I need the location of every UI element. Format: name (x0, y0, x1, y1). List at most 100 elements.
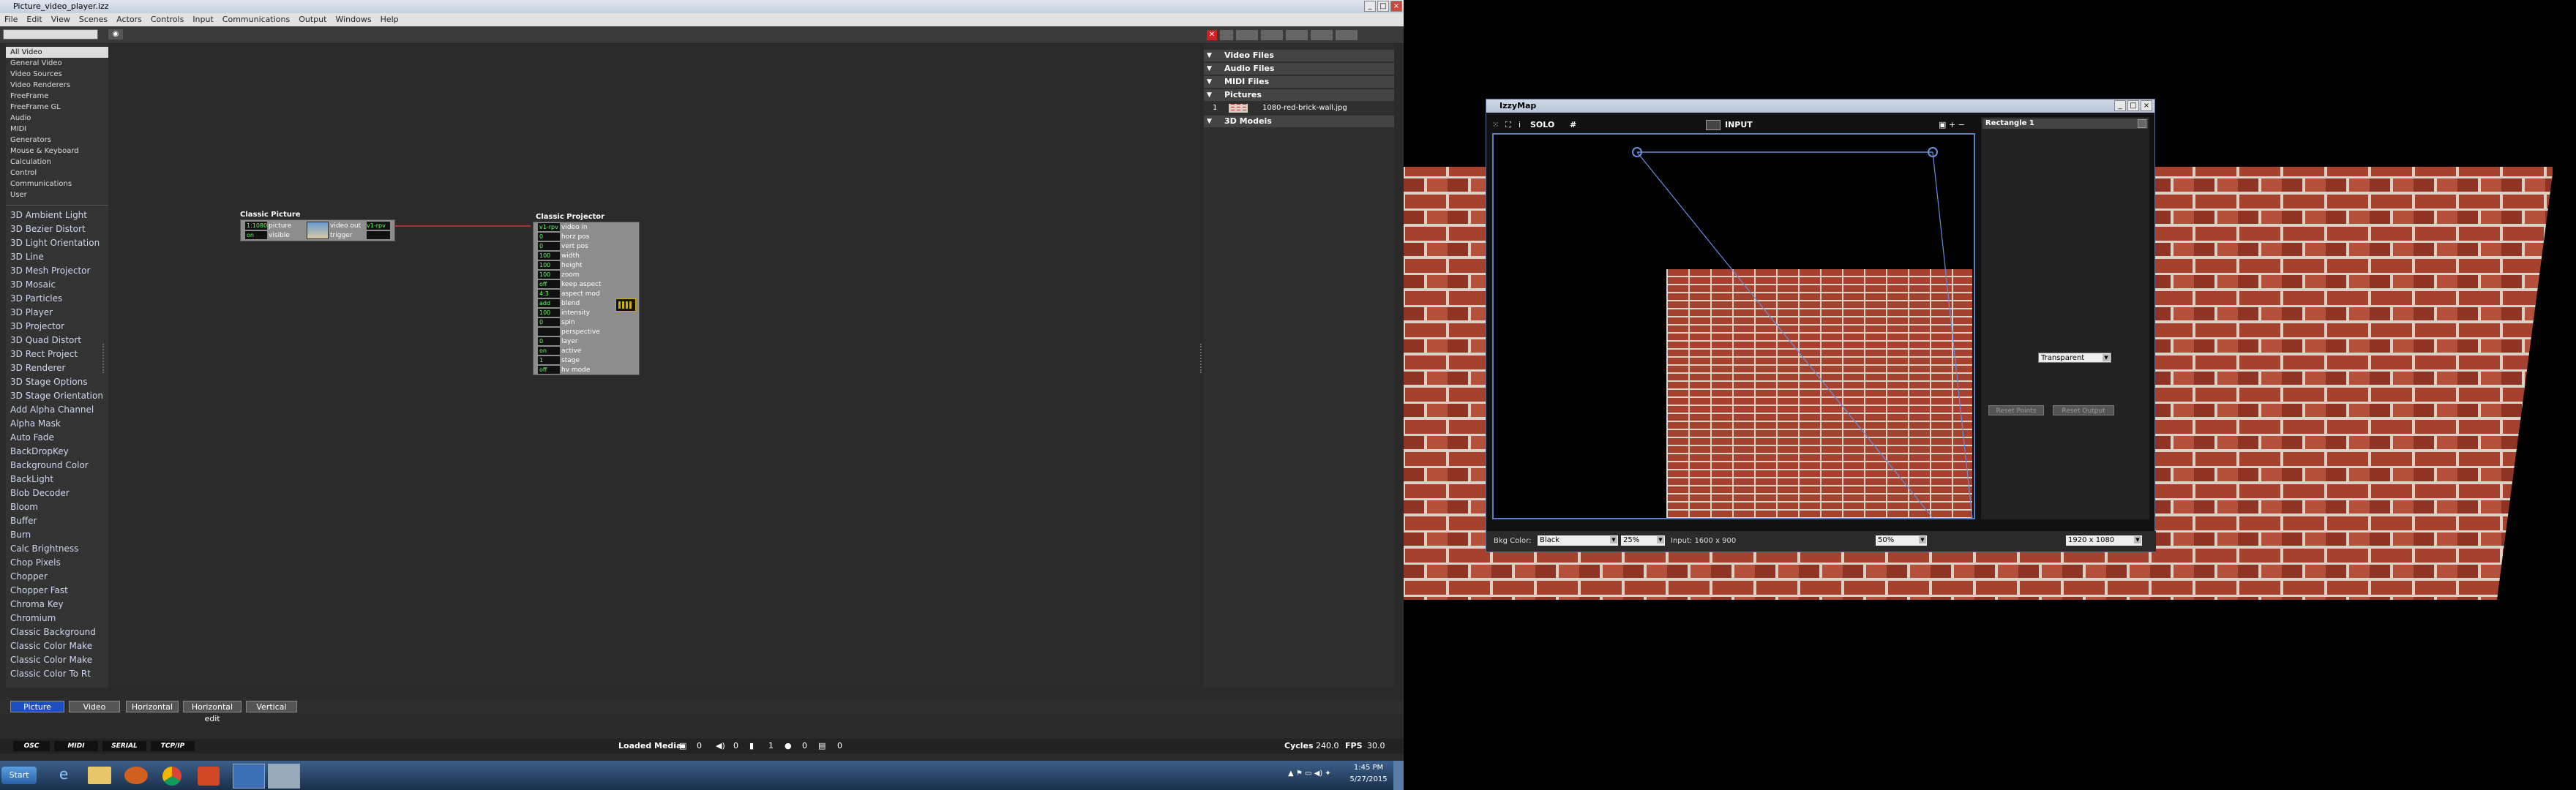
port-video-in[interactable]: v1-rpv video in (533, 223, 607, 233)
izzymap-close-button[interactable]: × (2141, 100, 2152, 111)
port-value[interactable] (538, 328, 560, 336)
media-section-3d[interactable]: ▼ 3D Models (1204, 116, 1394, 127)
actor-item[interactable]: 3D Ambient Light (6, 208, 108, 222)
add-audio-icon[interactable] (1261, 30, 1283, 40)
izzymap-canvas[interactable] (1492, 133, 1975, 519)
actor-item[interactable]: 3D Stage Orientation (6, 389, 108, 403)
actor-item[interactable]: 3D Player (6, 306, 108, 320)
osc-indicator[interactable]: OSC (13, 741, 50, 751)
bkg-color-select[interactable]: Black ▼ (1538, 535, 1618, 546)
actor-item[interactable]: Burn (6, 528, 108, 542)
port-value[interactable]: 100 (538, 252, 560, 260)
port-value[interactable]: on (538, 347, 560, 355)
port-video-out[interactable]: video out v1-rpv (330, 222, 396, 231)
scene-editor[interactable]: Classic Picture Player 1:1080picture onv… (110, 44, 1200, 688)
reset-points-button[interactable]: Reset Points (1988, 405, 2044, 415)
blend-mode-select[interactable]: Transparent ▼ (2038, 353, 2111, 363)
actor-item[interactable]: BackLight (6, 473, 108, 486)
actor-item[interactable]: 3D Projector (6, 320, 108, 334)
media-player-icon[interactable] (124, 767, 148, 784)
tcpip-indicator[interactable]: TCP/IP (151, 741, 195, 751)
actor-item[interactable]: 3D Quad Distort (6, 334, 108, 347)
media-section-pictures[interactable]: ▼ Pictures (1204, 89, 1394, 101)
port-aspect-mod[interactable]: 4:3 aspect mod (533, 290, 607, 299)
actor-search-input[interactable] (3, 29, 98, 40)
powerpoint-icon[interactable] (198, 767, 220, 786)
actor-item[interactable]: Classic Color Make (6, 639, 108, 653)
port-value[interactable]: off (538, 280, 560, 288)
port-value[interactable]: 4:3 (538, 290, 560, 298)
camera-icon[interactable]: ◉ (108, 29, 123, 40)
corner-handle[interactable] (1928, 147, 1938, 157)
port-zoom[interactable]: 100 zoom (533, 271, 607, 280)
port-value[interactable]: 0 (538, 242, 560, 250)
grid-button[interactable]: # (1570, 120, 1576, 129)
clock[interactable]: 1:45 PM 5/27/2015 (1347, 762, 1390, 786)
maximize-button[interactable]: □ (1377, 1, 1389, 12)
media-section-audio[interactable]: ▼ Audio Files (1204, 63, 1394, 75)
menu-windows[interactable]: Windows (335, 15, 371, 24)
izzymap-minimize-button[interactable]: _ (2114, 100, 2126, 111)
category-item[interactable]: MIDI (6, 124, 108, 135)
reset-output-button[interactable]: Reset Output (2053, 405, 2114, 415)
port-stage[interactable]: 1 stage (533, 356, 607, 366)
tab-vertical[interactable]: Vertical (246, 701, 297, 712)
port-perspective[interactable]: perspective (533, 328, 607, 337)
tab-picture[interactable]: Picture (10, 701, 64, 712)
port-horz-pos[interactable]: 0 horz pos (533, 233, 607, 242)
add-slice-icons[interactable]: ▣ + − (1939, 120, 1965, 129)
category-item[interactable]: FreeFrame (6, 91, 108, 102)
actor-item[interactable]: Alpha Mask (6, 417, 108, 431)
picture-item[interactable]: 1 1080-red-brick-wall.jpg (1204, 102, 1394, 114)
actor-item[interactable]: 3D Renderer (6, 361, 108, 375)
classic-projector-node[interactable]: v1-rpv video in 0 horz pos 0 vert pos 100 width… (533, 222, 640, 375)
port-hv-mode[interactable]: off hv mode (533, 366, 607, 375)
tab-video[interactable]: Video (69, 701, 120, 712)
port-layer[interactable]: 0 layer (533, 337, 607, 347)
category-item[interactable]: FreeFrame GL (6, 102, 108, 113)
sidebar-splitter[interactable] (102, 344, 105, 373)
category-item[interactable]: Generators (6, 135, 108, 146)
port-width[interactable]: 100 width (533, 252, 607, 261)
menu-input[interactable]: Input (192, 15, 213, 24)
port-value[interactable]: off (538, 366, 560, 374)
solo-button[interactable]: SOLO (1530, 120, 1554, 129)
actor-item[interactable]: Background Color (6, 459, 108, 473)
isadora-taskbar-icon[interactable] (233, 764, 265, 789)
port-value[interactable]: 100 (538, 271, 560, 279)
serial-indicator[interactable]: SERIAL (102, 741, 146, 751)
tab-horizontal[interactable]: Horizontal (126, 701, 179, 712)
category-item[interactable]: Audio (6, 113, 108, 124)
actor-item[interactable]: 3D Bezier Distort (6, 222, 108, 236)
chrome-icon[interactable] (162, 767, 181, 786)
actor-item[interactable]: Blob Decoder (6, 486, 108, 500)
actor-item[interactable]: 3D Mesh Projector (6, 264, 108, 278)
port-height[interactable]: 100 height (533, 261, 607, 271)
category-item[interactable]: Video Renderers (6, 80, 108, 91)
port-trigger[interactable]: trigger (330, 231, 396, 241)
actor-item[interactable]: Classic Background (6, 625, 108, 639)
media-section-video[interactable]: ▼ Video Files (1204, 50, 1394, 61)
minimize-button[interactable]: _ (1364, 1, 1376, 12)
add-picture-icon[interactable] (1286, 30, 1308, 40)
actor-item[interactable]: 3D Particles (6, 292, 108, 306)
menu-file[interactable]: File (4, 15, 18, 24)
midi-indicator[interactable]: MIDI (54, 741, 98, 751)
port-value[interactable]: add (538, 299, 560, 307)
port-active[interactable]: on active (533, 347, 607, 356)
add-3d-icon[interactable] (1311, 30, 1333, 40)
port-value[interactable]: 0 (538, 318, 560, 326)
actor-item[interactable]: Auto Fade (6, 431, 108, 445)
menu-help[interactable]: Help (381, 15, 399, 24)
media-splitter[interactable] (1200, 344, 1203, 373)
output-zoom-select[interactable]: 50% ▼ (1876, 535, 1927, 546)
add-video-icon[interactable] (1236, 30, 1258, 40)
menu-output[interactable]: Output (299, 15, 326, 24)
actor-item[interactable]: BackDropKey (6, 445, 108, 459)
port-value[interactable]: 1 (538, 356, 560, 364)
tab-horizontal-edit[interactable]: Horizontal edit (183, 701, 242, 723)
actor-item[interactable]: Calc Brightness (6, 542, 108, 556)
port-spin[interactable]: 0 spin (533, 318, 607, 328)
actor-item[interactable]: Classic Color Make (6, 653, 108, 667)
port-value[interactable]: 0 (538, 233, 560, 241)
